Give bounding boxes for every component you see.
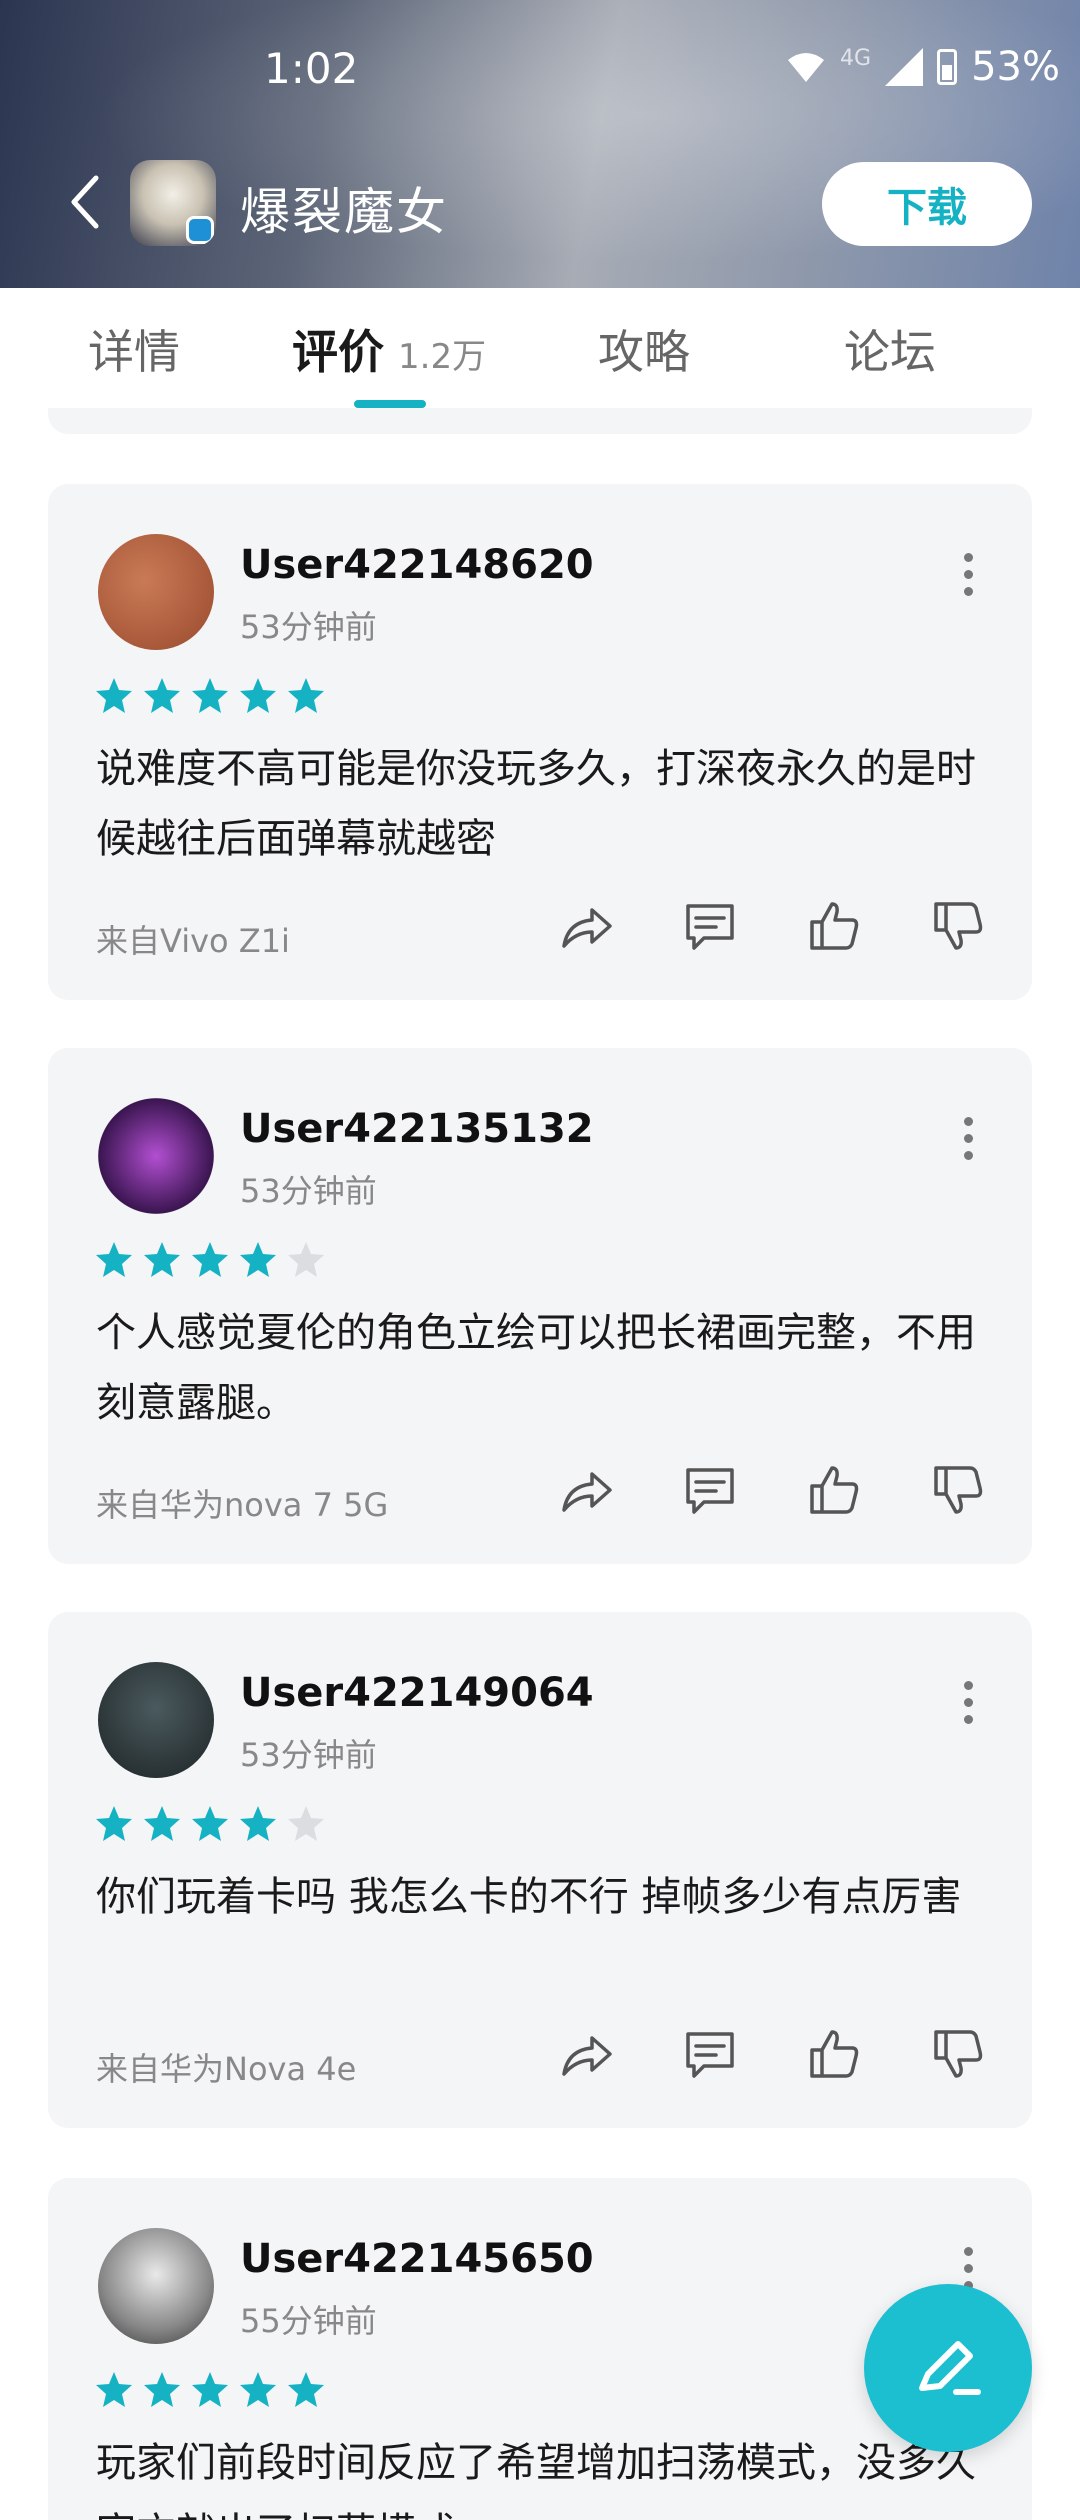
star-filled-icon <box>240 1242 276 1277</box>
review-time: 53分钟前 <box>240 608 377 646</box>
review-time: 53分钟前 <box>240 1172 377 1210</box>
star-filled-icon <box>288 678 324 713</box>
review-text[interactable]: 你们玩着卡吗 我怎么卡的不行 掉帧多少有点厉害 <box>96 1862 996 1932</box>
review-actions <box>558 2026 986 2082</box>
review-text[interactable]: 说难度不高可能是你没玩多久，打深夜永久的是时候越往后面弹幕就越密 <box>96 734 996 874</box>
thumbs-down-icon[interactable] <box>930 1462 986 1518</box>
review-time: 55分钟前 <box>240 2302 377 2340</box>
platform-badge-icon <box>186 216 214 244</box>
share-icon[interactable] <box>558 898 614 954</box>
tab-label: 攻略 <box>598 325 690 379</box>
avatar[interactable] <box>98 1662 214 1778</box>
review-username[interactable]: User422148620 <box>240 542 594 588</box>
review-actions <box>558 1462 986 1518</box>
review-card[interactable]: User422149064 53分钟前 你们玩着卡吗 我怎么卡的不行 掉帧多少有… <box>48 1612 1032 2128</box>
star-filled-icon <box>96 678 132 713</box>
review-count: 1.2万 <box>398 337 487 377</box>
comment-icon[interactable] <box>682 2026 738 2082</box>
star-filled-icon <box>144 1806 180 1841</box>
review-username[interactable]: User422149064 <box>240 1670 594 1716</box>
thumbs-down-icon[interactable] <box>930 2026 986 2082</box>
avatar[interactable] <box>98 2228 214 2344</box>
star-filled-icon <box>144 2372 180 2407</box>
tab-details[interactable]: 详情 <box>88 316 180 382</box>
star-filled-icon <box>240 678 276 713</box>
review-actions <box>558 898 986 954</box>
rating-stars <box>94 1240 326 1280</box>
star-filled-icon <box>240 2372 276 2407</box>
tab-label: 论坛 <box>844 325 936 379</box>
review-text[interactable]: 玩家们前段时间反应了希望增加扫荡模式，没多久官方就出了扫荡模式 <box>96 2428 996 2520</box>
active-tab-indicator <box>354 400 426 408</box>
network-type: 4G <box>840 45 872 71</box>
tab-reviews[interactable]: 评价 1.2万 <box>292 316 486 382</box>
star-filled-icon <box>192 678 228 713</box>
review-device: 来自华为nova 7 5G <box>96 1486 389 1524</box>
tab-label: 详情 <box>88 325 180 379</box>
star-empty-icon <box>288 1242 324 1277</box>
star-filled-icon <box>96 1806 132 1841</box>
star-filled-icon <box>192 1242 228 1277</box>
tab-bar: 详情 评价 1.2万 攻略 论坛 <box>0 288 1080 412</box>
status-time: 1:02 <box>264 44 359 93</box>
review-time: 53分钟前 <box>240 1736 377 1774</box>
rating-stars <box>94 2370 326 2410</box>
battery-percent: 53% <box>971 44 1060 90</box>
pen-icon <box>919 2341 981 2395</box>
thumbs-up-icon[interactable] <box>806 2026 862 2082</box>
app-header: 1:02 4G 53% 爆裂魔女 下载 <box>0 0 1080 288</box>
rating-stars <box>94 1804 326 1844</box>
thumbs-up-icon[interactable] <box>806 898 862 954</box>
star-filled-icon <box>192 2372 228 2407</box>
star-filled-icon <box>96 2372 132 2407</box>
app-icon <box>130 160 216 246</box>
review-username[interactable]: User422135132 <box>240 1106 594 1152</box>
tab-guides[interactable]: 攻略 <box>598 316 690 382</box>
star-filled-icon <box>96 1242 132 1277</box>
more-options-icon[interactable] <box>948 544 988 604</box>
signal-icon <box>885 48 924 86</box>
battery-icon <box>937 49 958 85</box>
app-title: 爆裂魔女 <box>240 183 448 241</box>
wifi-icon <box>788 53 825 82</box>
star-filled-icon <box>144 1242 180 1277</box>
review-device: 来自Vivo Z1i <box>96 922 290 960</box>
review-device: 来自华为Nova 4e <box>96 2050 357 2088</box>
write-review-button[interactable] <box>864 2284 1032 2452</box>
status-icons: 4G 53% <box>786 44 1060 90</box>
star-filled-icon <box>144 678 180 713</box>
comment-icon[interactable] <box>682 1462 738 1518</box>
star-filled-icon <box>240 1806 276 1841</box>
comment-icon[interactable] <box>682 898 738 954</box>
avatar[interactable] <box>98 534 214 650</box>
star-filled-icon <box>288 2372 324 2407</box>
share-icon[interactable] <box>558 1462 614 1518</box>
avatar[interactable] <box>98 1098 214 1214</box>
review-text[interactable]: 个人感觉夏伦的角色立绘可以把长裙画完整，不用刻意露腿。 <box>96 1298 996 1438</box>
thumbs-down-icon[interactable] <box>930 898 986 954</box>
tab-forum[interactable]: 论坛 <box>844 316 936 382</box>
back-arrow-icon[interactable] <box>62 170 110 234</box>
more-options-icon[interactable] <box>948 1108 988 1168</box>
star-empty-icon <box>288 1806 324 1841</box>
thumbs-up-icon[interactable] <box>806 1462 862 1518</box>
tab-label: 评价 <box>292 325 384 379</box>
review-card[interactable]: User422148620 53分钟前 说难度不高可能是你没玩多久，打深夜永久的… <box>48 484 1032 1000</box>
share-icon[interactable] <box>558 2026 614 2082</box>
review-username[interactable]: User422145650 <box>240 2236 594 2282</box>
previous-review-card <box>48 408 1032 434</box>
download-button[interactable]: 下载 <box>822 162 1032 246</box>
rating-stars <box>94 676 326 716</box>
more-options-icon[interactable] <box>948 1672 988 1732</box>
review-card[interactable]: User422135132 53分钟前 个人感觉夏伦的角色立绘可以把长裙画完整，… <box>48 1048 1032 1564</box>
star-filled-icon <box>192 1806 228 1841</box>
